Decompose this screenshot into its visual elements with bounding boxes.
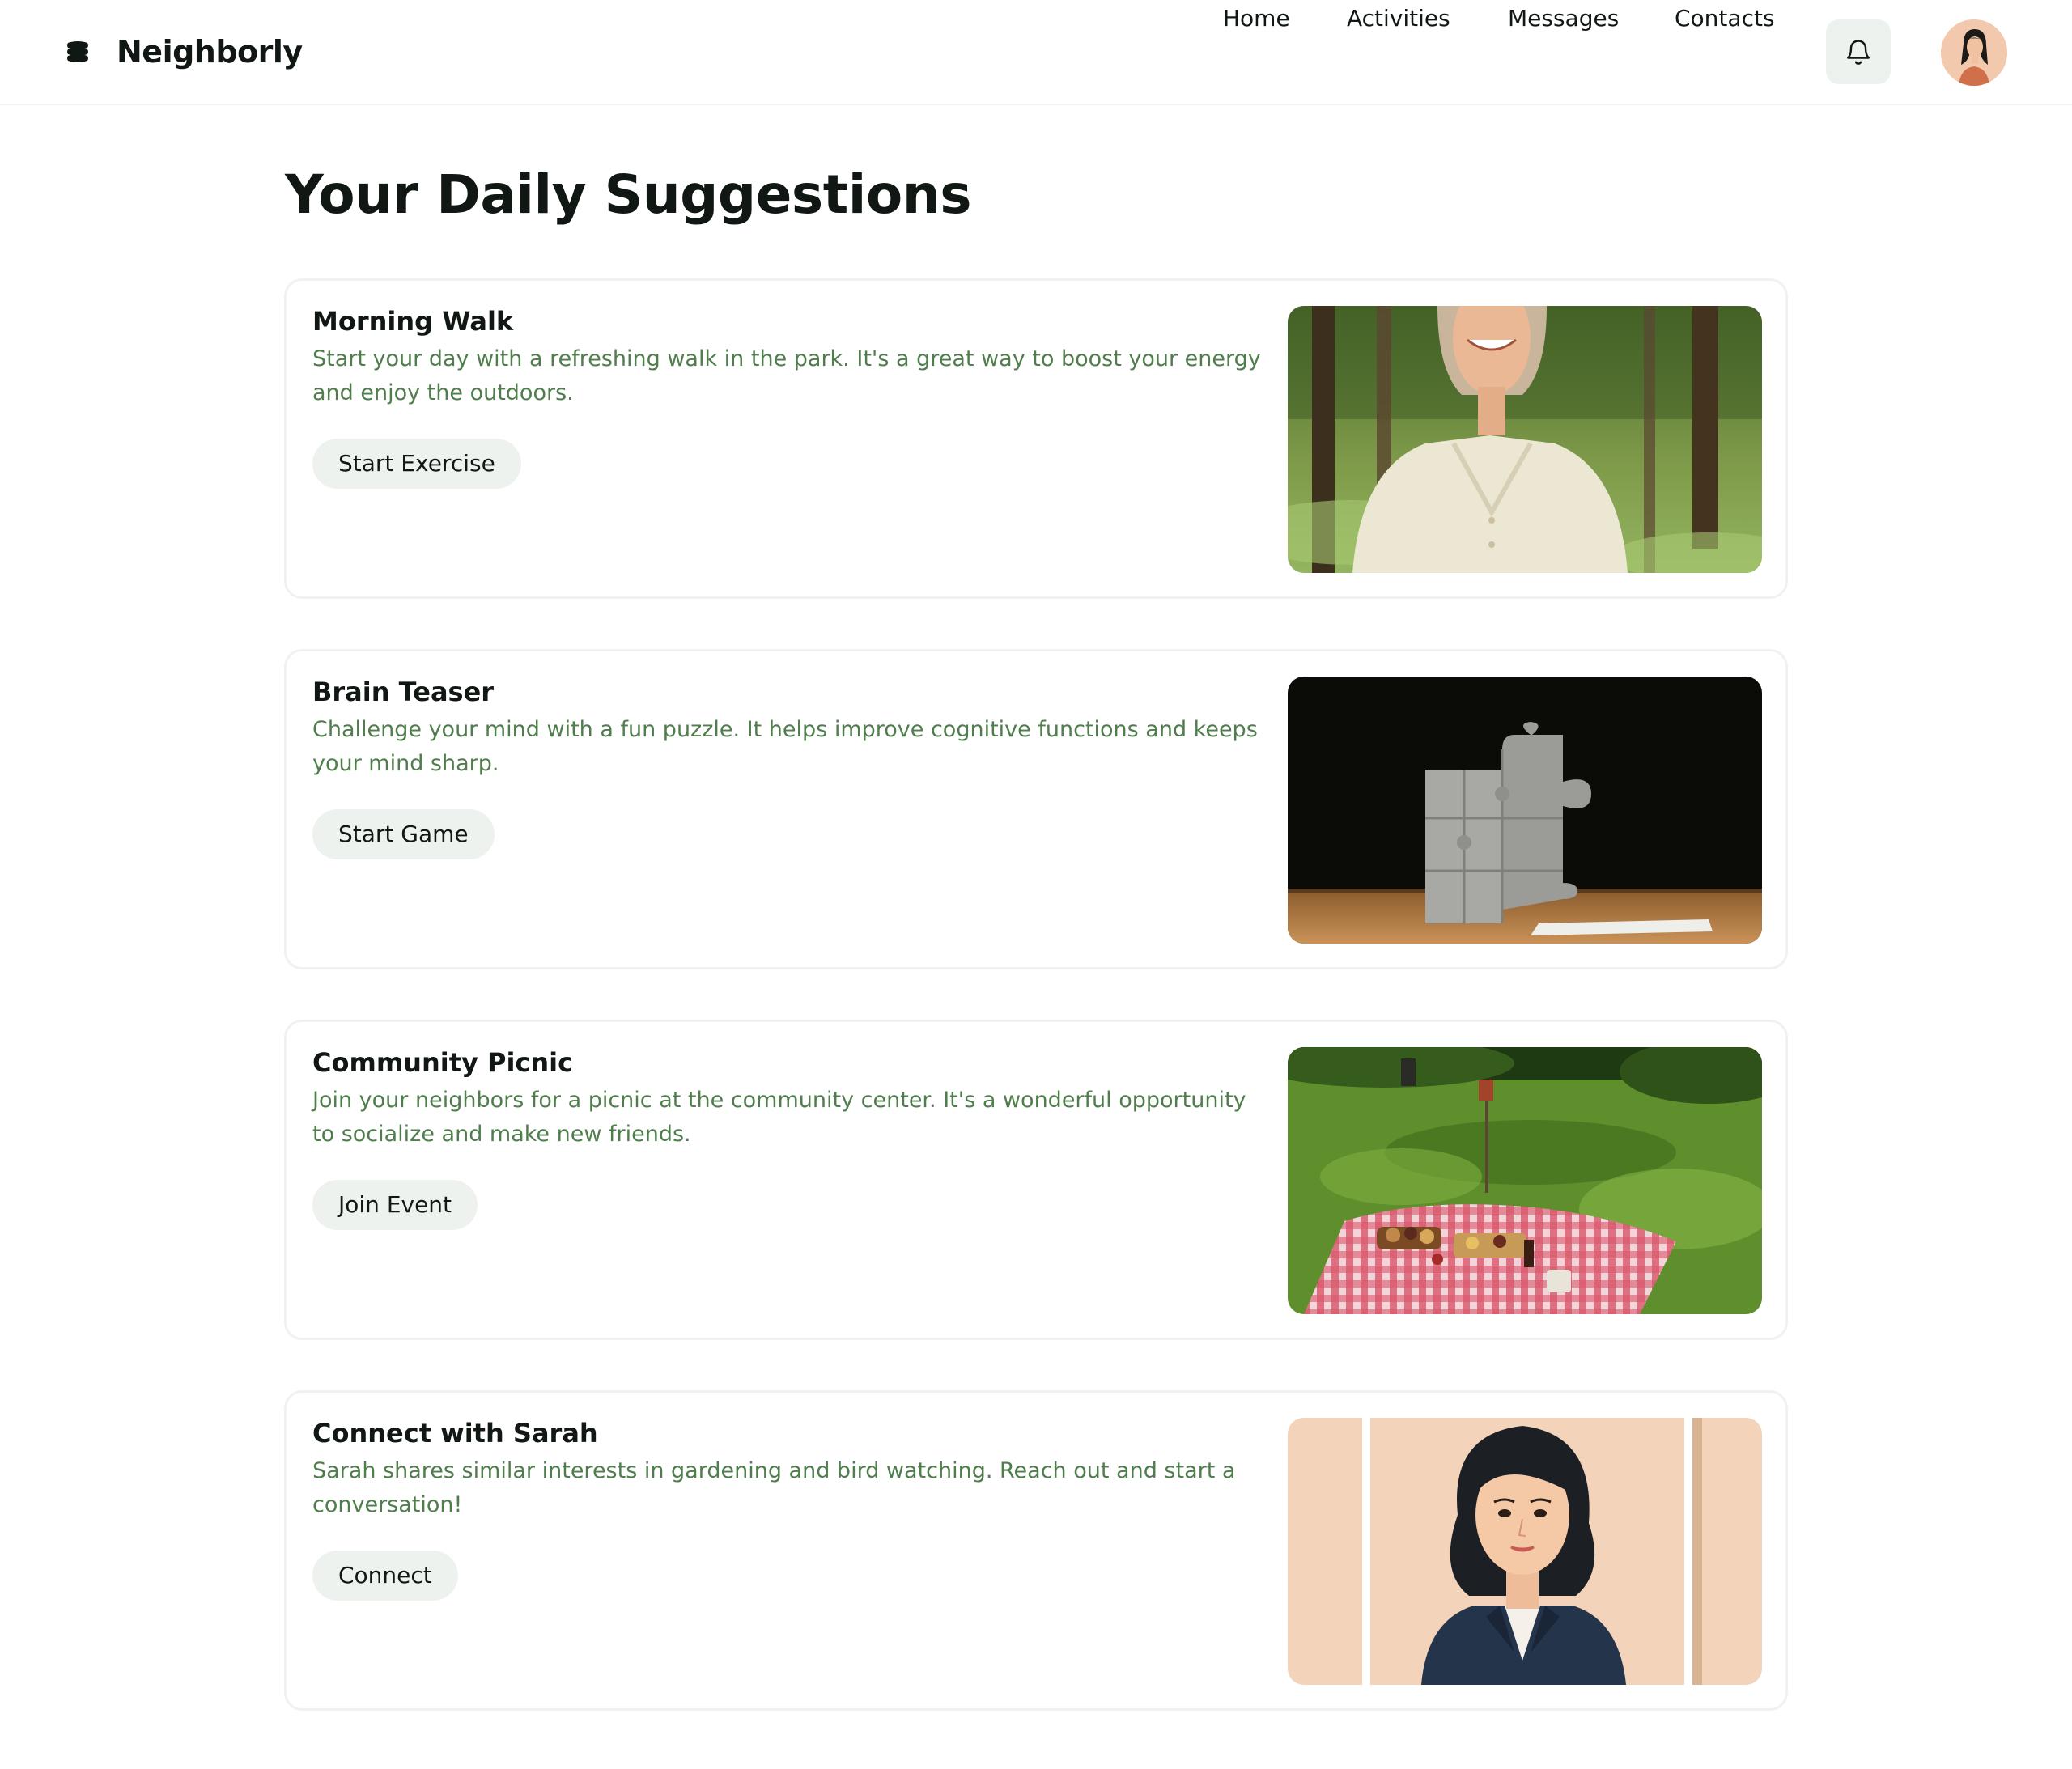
page-title: Your Daily Suggestions: [285, 163, 972, 226]
card-description: Sarah shares similar interests in garden…: [312, 1458, 1236, 1517]
notifications-button[interactable]: [1826, 19, 1891, 84]
nav-messages[interactable]: Messages: [1508, 0, 1619, 37]
user-avatar[interactable]: [1941, 19, 2007, 86]
card-title: Community Picnic: [312, 1047, 574, 1078]
card-title: Connect with Sarah: [312, 1418, 598, 1449]
suggestion-card-community-picnic: Community Picnic Join your neighbors for…: [284, 1020, 1788, 1340]
nav-activities[interactable]: Activities: [1347, 0, 1450, 37]
top-navbar: Neighborly Home Activities Messages Cont…: [0, 0, 2072, 105]
suggestion-card-morning-walk: Morning Walk Start your day with a refre…: [284, 278, 1788, 599]
sarah-portrait-illustration: [1288, 1418, 1762, 1685]
suggestion-card-connect-sarah: Connect with Sarah Sarah shares similar …: [284, 1390, 1788, 1711]
brand-name: Neighborly: [117, 34, 303, 70]
start-game-button[interactable]: Start Game: [312, 809, 495, 859]
join-event-button[interactable]: Join Event: [312, 1180, 478, 1230]
start-exercise-button[interactable]: Start Exercise: [312, 439, 521, 489]
suggestion-card-brain-teaser: Brain Teaser Challenge your mind with a …: [284, 649, 1788, 969]
nav-contacts[interactable]: Contacts: [1675, 0, 1775, 37]
logo-icon: [67, 41, 88, 62]
picnic-blanket-photo: [1288, 1047, 1762, 1314]
card-title: Brain Teaser: [312, 677, 495, 707]
card-description: Join your neighbors for a picnic at the …: [312, 1088, 1246, 1147]
connect-button[interactable]: Connect: [312, 1551, 458, 1601]
woman-in-park-photo: [1288, 306, 1762, 573]
card-title: Morning Walk: [312, 306, 514, 337]
puzzle-pieces-photo: [1288, 677, 1762, 944]
nav-home[interactable]: Home: [1223, 0, 1290, 37]
brand[interactable]: Neighborly: [65, 31, 303, 73]
card-description: Start your day with a refreshing walk in…: [312, 346, 1261, 405]
card-description: Challenge your mind with a fun puzzle. I…: [312, 717, 1258, 776]
bell-icon: [1847, 40, 1870, 65]
